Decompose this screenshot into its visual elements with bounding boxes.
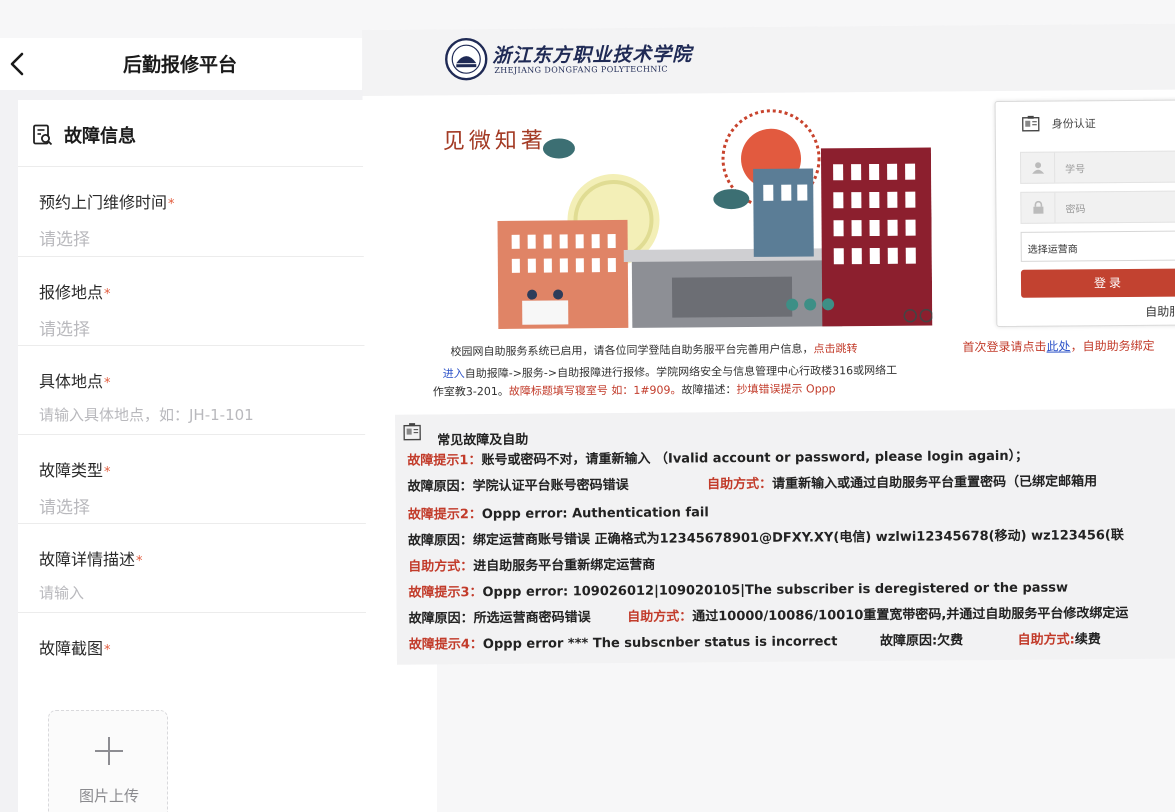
image-upload-button[interactable]: 图片上传: [48, 710, 168, 812]
faq-fix-text: 续费: [1074, 632, 1101, 648]
faq-fix-label: 自助方式：: [627, 609, 693, 625]
school-logo-icon: [445, 37, 488, 81]
required-mark: *: [104, 287, 111, 302]
field-label: 故障类型: [39, 461, 104, 480]
faq-text: Oppp error: Authentication fail: [481, 505, 709, 523]
faq-fix-text: 请重新输入或通过自助服务平台重置密码（已绑定邮箱用: [772, 474, 1098, 492]
campus-illustration: [497, 109, 933, 329]
fault-description-field[interactable]: 故障详情描述* 请输入: [39, 546, 369, 603]
required-mark: *: [168, 197, 175, 212]
screenshot-stage: 后勤报修平台 故障信息 预约上门维修时间* 请选择 报修地点* 请选择 具体地点…: [0, 0, 1175, 812]
notice-highlight: 故障标题填写寝室号 如：1#909。: [508, 383, 682, 398]
field-label: 具体地点: [39, 372, 104, 391]
appointment-time-select[interactable]: 请选择: [39, 225, 369, 250]
faq-label: 自助方式：: [408, 559, 474, 575]
notice-text: 自助报障->服务->自助报障进行报修。学院网络安全与信息管理中心行政楼316或网…: [464, 363, 898, 381]
first-login-text: ，自助助务绑定: [1070, 338, 1155, 354]
first-login-notice: 首次登录请点击此处，自助助务绑定: [962, 337, 1154, 356]
notice-text: 校园网自助服务系统已启用，请各位同学登陆自助务服平台完善用户信息，: [450, 342, 814, 359]
upload-label: 图片上传: [78, 787, 139, 805]
login-button[interactable]: 登录: [1020, 268, 1175, 298]
notice-line-2: 进入自助报障->服务->自助报障进行报修。学院网络安全与信息管理中心行政楼316…: [443, 362, 897, 382]
id-card-icon: [403, 422, 421, 440]
fault-type-field[interactable]: 故障类型* 请选择: [39, 457, 369, 518]
password-input[interactable]: 密码: [1020, 190, 1175, 224]
field-label: 故障截图: [39, 639, 104, 658]
faq-item: 自助方式：进自助服务平台重新绑定运营商: [408, 554, 655, 575]
section-title: 故障信息: [64, 126, 136, 147]
field-label: 预约上门维修时间: [39, 193, 168, 212]
required-mark: *: [104, 643, 111, 658]
login-header-text: 身份认证: [1051, 117, 1096, 131]
carrier-select[interactable]: 选择运营商: [1020, 230, 1175, 262]
divider: [18, 434, 366, 435]
notice-line-1: 校园网自助服务系统已启用，请各位同学登陆自助务服平台完善用户信息，点击跳转: [450, 340, 857, 359]
portal-header: 浙江东方职业技术学院 ZHEJIANG DONGFANG POLYTECHNIC: [362, 23, 1175, 96]
section-header: 故障信息: [32, 120, 136, 150]
lock-icon: [1021, 192, 1056, 223]
notice-text: 故障描述：: [681, 383, 737, 397]
password-placeholder: 密码: [1065, 203, 1086, 215]
specific-location-field[interactable]: 具体地点* 请输入具体地点，如：JH-1-101: [39, 368, 369, 425]
faq-label: 故障提示1：: [407, 453, 482, 469]
faq-text: 学院认证平台账号密码错误: [472, 477, 629, 495]
required-mark: *: [104, 376, 111, 391]
faq-label: 故障原因：: [407, 533, 474, 549]
divider: [18, 166, 366, 167]
faq-label: 故障提示2：: [407, 507, 482, 523]
mobile-top-bar: 后勤报修平台: [0, 38, 362, 90]
divider: [18, 256, 366, 257]
repair-location-field[interactable]: 报修地点* 请选择: [39, 279, 369, 340]
notice-highlight: 抄填错误提示 Oppp: [736, 382, 836, 397]
fault-description-input[interactable]: 请输入: [39, 582, 369, 603]
appointment-time-field[interactable]: 预约上门维修时间* 请选择: [39, 189, 369, 250]
divider: [18, 523, 366, 524]
faq-label: 故障原因：: [407, 479, 473, 495]
id-card-icon: [1022, 115, 1040, 132]
repair-location-select[interactable]: 请选择: [39, 315, 369, 340]
faq-title: 常见故障及自助: [437, 432, 529, 449]
faq-item: 故障提示2：Oppp error: Authentication fail: [408, 501, 709, 522]
campus-network-portal: 浙江东方职业技术学院 ZHEJIANG DONGFANG POLYTECHNIC…: [362, 23, 1175, 665]
divider: [18, 612, 366, 613]
field-label: 故障详情描述: [39, 550, 136, 569]
fault-screenshot-field: 故障截图*: [39, 635, 369, 659]
student-id-placeholder: 学号: [1065, 163, 1086, 175]
login-panel: 身份认证 学号 密码 选择运营商 登录 自助服: [994, 99, 1175, 328]
first-login-link[interactable]: 此处: [1046, 339, 1070, 353]
required-mark: *: [104, 465, 111, 480]
faq-text: Oppp error *** The subscnber status is i…: [482, 634, 838, 653]
faq-label: 故障原因：: [408, 611, 474, 627]
student-id-input[interactable]: 学号: [1019, 150, 1175, 184]
page-title: 后勤报修平台: [122, 54, 237, 76]
self-service-link[interactable]: 自助服: [1145, 303, 1175, 320]
faq-cause: 故障原因:欠费: [879, 633, 964, 649]
notice-line-3: 作室教3-201。故障标题填写寝室号 如：1#909。故障描述：抄填错误提示 O…: [433, 380, 836, 399]
first-login-text: 首次登录请点击: [962, 339, 1047, 355]
school-name-en: ZHEJIANG DONGFANG POLYTECHNIC: [494, 64, 668, 75]
specific-location-input[interactable]: 请输入具体地点，如：JH-1-101: [39, 404, 369, 425]
divider: [18, 345, 366, 346]
faq-text: 进自助服务平台重新绑定运营商: [473, 557, 656, 575]
back-icon[interactable]: [6, 50, 30, 78]
notice-text: 作室教3-201。: [432, 384, 509, 399]
faq-fix-label: 自助方式:: [1017, 632, 1075, 648]
field-label: 报修地点: [39, 283, 104, 302]
enter-link[interactable]: 进入: [443, 367, 465, 380]
faq-label: 故障提示3：: [408, 585, 483, 601]
faq-header: 常见故障及自助: [403, 422, 528, 448]
plus-icon: [95, 737, 123, 765]
user-icon: [1020, 152, 1056, 183]
form-search-icon: [33, 124, 53, 146]
required-mark: *: [136, 554, 143, 569]
login-header: 身份认证: [1022, 115, 1096, 132]
fault-type-select[interactable]: 请选择: [39, 493, 369, 518]
faq-fix-label: 自助方式：: [707, 476, 773, 493]
faq-text: 所选运营商密码错误: [473, 610, 591, 627]
faq-label: 故障提示4：: [408, 637, 483, 653]
jump-link[interactable]: 点击跳转: [813, 342, 857, 355]
